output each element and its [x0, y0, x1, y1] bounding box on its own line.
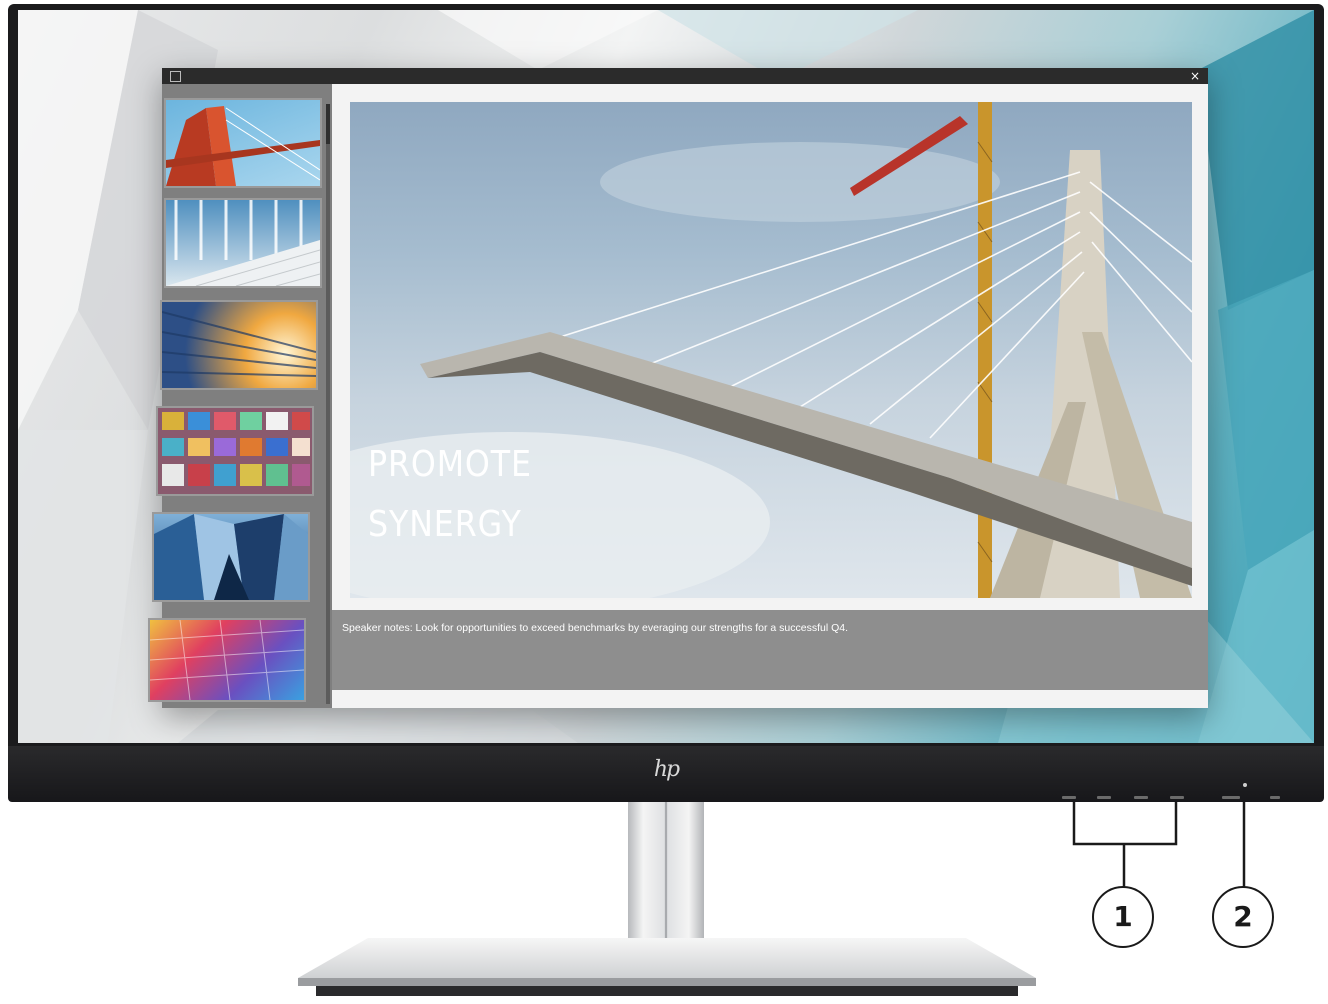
- current-slide: PROMOTE SYNERGY: [350, 102, 1192, 598]
- osd-button-2[interactable]: [1097, 796, 1111, 799]
- callout-1: 1: [1092, 886, 1154, 948]
- speaker-notes-text: Speaker notes: Look for opportunities to…: [342, 622, 849, 634]
- callout-2: 2: [1212, 886, 1274, 948]
- rainbow-building-image: [150, 620, 304, 700]
- desktop-wallpaper: × PROMOTE SYNERGY Speaker notes: Look fo…: [18, 10, 1314, 743]
- stand-base: [298, 938, 1036, 996]
- osd-button-1[interactable]: [1062, 796, 1076, 799]
- current-slide-panel: PROMOTE SYNERGY Speaker notes: Look for …: [332, 84, 1208, 708]
- sunburst-facade-image: [162, 311, 316, 377]
- slide-title-line2: SYNERGY: [368, 504, 522, 545]
- thumbnail-scrollbar[interactable]: [326, 104, 330, 704]
- thumb-rainbow-building[interactable]: [148, 618, 306, 702]
- side-button[interactable]: [1270, 796, 1280, 799]
- close-icon[interactable]: ×: [1190, 68, 1200, 84]
- slide-thumbnail-panel: [148, 84, 332, 708]
- osd-button-3[interactable]: [1134, 796, 1148, 799]
- hp-logo: hp: [653, 757, 680, 782]
- thumb-colorful-windows[interactable]: [156, 406, 314, 496]
- colorful-windows-image: [162, 412, 310, 486]
- osd-button-4[interactable]: [1170, 796, 1184, 799]
- thumb-blue-towers[interactable]: [152, 512, 310, 602]
- slide-title-line1: PROMOTE: [368, 444, 532, 485]
- thumb-red-bridge[interactable]: [164, 98, 322, 188]
- power-button[interactable]: [1222, 796, 1240, 799]
- window-icon[interactable]: [170, 71, 181, 82]
- thumbnail-scrollbar-thumb[interactable]: [326, 104, 330, 144]
- blue-towers-image: [154, 514, 308, 600]
- red-bridge-image: [166, 106, 320, 186]
- presenter-window: × PROMOTE SYNERGY Speaker notes: Look fo…: [148, 68, 1208, 708]
- thumb-sunburst-facade[interactable]: [160, 300, 318, 390]
- glass-stairs-image: [166, 200, 320, 286]
- speaker-notes-panel[interactable]: Speaker notes: Look for opportunities to…: [332, 610, 1208, 690]
- stand-neck: [628, 802, 704, 948]
- window-titlebar: ×: [162, 68, 1208, 84]
- thumb-glass-stairs[interactable]: [164, 198, 322, 288]
- power-led: [1243, 783, 1247, 787]
- callout-lines: [1072, 802, 1246, 890]
